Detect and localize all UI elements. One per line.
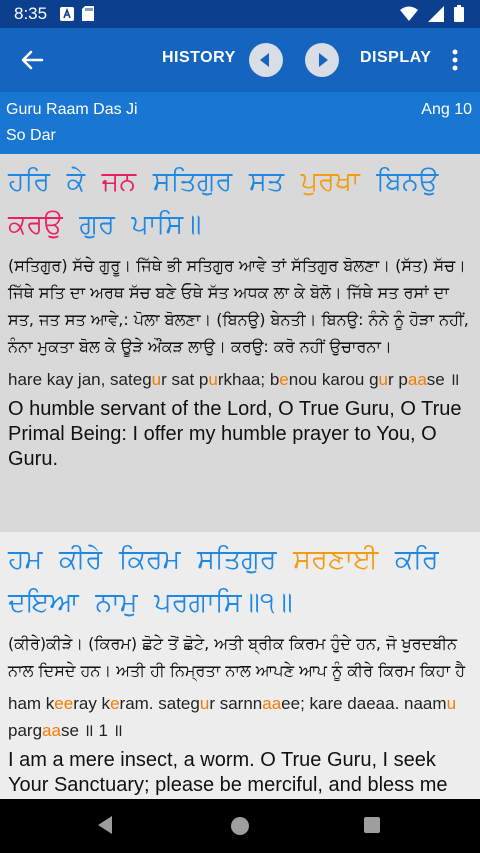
recents-icon[interactable] — [364, 817, 380, 833]
back-icon[interactable] — [96, 815, 114, 839]
gurmukhi-word: ਨਾਮੁ — [95, 587, 138, 618]
system-nav-bar — [0, 799, 480, 853]
gurmukhi-word: ਦਇਆ — [8, 587, 79, 618]
gurmukhi-word: ਹਮ — [8, 544, 43, 575]
battery-icon — [454, 5, 464, 26]
translation-text: I am a mere insect, a worm. O True Guru,… — [8, 749, 448, 796]
gurmukhi-word: ਸਤ — [248, 166, 285, 197]
arrow-left-icon — [21, 50, 44, 70]
signal-icon — [428, 5, 444, 26]
app-toolbar: HISTORY DISPLAY — [0, 28, 480, 92]
gurmukhi-word: ਸਤਿਗੁਰ — [197, 544, 277, 575]
gurmukhi-word: ਗੁਰ — [79, 209, 115, 240]
teeka-text: (ਕੀਰੇ)ਕੀੜੇ। (ਕਿਰਮ) ਛੋਟੇ ਤੋਂ ਛੋਟੇ, ਅਤੀ ਬ੍… — [8, 634, 466, 680]
transliteration-text: ham keeray keram. sategur sarnnaaee; kar… — [8, 694, 457, 740]
gurmukhi-word: ਪੁਰਖਾ — [300, 166, 360, 197]
verse-item[interactable]: ਹਮ ਕੀਰੇ ਕਿਰਮ ਸਤਿਗੁਰ ਸਰਣਾਈ ਕਰਿ ਦਇਆ ਨਾਮੁ ਪ… — [0, 532, 480, 799]
gurmukhi-word: ਬਿਨਉ — [376, 166, 439, 197]
status-time: 8:35 — [14, 4, 48, 23]
ang-label: Ang 10 — [421, 101, 472, 118]
next-page-button[interactable] — [305, 43, 339, 77]
gurmukhi-word: ਕੇ — [66, 166, 86, 197]
more-vert-icon — [452, 49, 458, 71]
gurmukhi-word: ਪਾਸਿ॥ — [131, 209, 202, 240]
gurmukhi-word: ਹਰਿ — [8, 166, 51, 197]
gurmukhi-word: ਕੀਰੇ — [58, 544, 103, 575]
shabad-info-bar: Guru Raam Das Ji Ang 10 So Dar — [0, 92, 480, 154]
gurmukhi-word: ਸਤਿਗੁਰ — [152, 166, 233, 197]
transliteration-text: hare kay jan, sategur sat purkhaa; benou… — [8, 370, 460, 389]
gurmukhi-word: ਕਿਰਮ — [118, 544, 181, 575]
play-right-icon — [319, 53, 328, 67]
status-bar: 8:35 — [0, 0, 480, 28]
gurmukhi-word: ਸਰਣਾਈ — [293, 544, 379, 575]
history-button[interactable]: HISTORY — [162, 49, 236, 67]
gurmukhi-word: ਕਰਿ — [394, 544, 439, 575]
overflow-menu-button[interactable] — [443, 46, 467, 74]
previous-page-button[interactable] — [249, 43, 283, 77]
translation-text: O humble servant of the Lord, O True Gur… — [8, 398, 462, 470]
gurmukhi-word: ਕਰਉ — [8, 209, 63, 240]
home-icon[interactable] — [231, 817, 249, 835]
gurmukhi-line: ਹਰਿ ਕੇ ਜਨ ਸਤਿਗੁਰ ਸਤ ਪੁਰਖਾ ਬਿਨਉ ਕਰਉ ਗੁਰ ਪ… — [8, 160, 472, 246]
gurmukhi-line: ਹਮ ਕੀਰੇ ਕਿਰਮ ਸਤਿਗੁਰ ਸਰਣਾਈ ਕਰਿ ਦਇਆ ਨਾਮੁ ਪ… — [8, 538, 472, 624]
play-left-icon — [260, 53, 269, 67]
verse-item[interactable]: ਹਰਿ ਕੇ ਜਨ ਸਤਿਗੁਰ ਸਤ ਪੁਰਖਾ ਬਿਨਉ ਕਰਉ ਗੁਰ ਪ… — [0, 154, 480, 532]
sd-card-icon — [82, 6, 94, 25]
a-notification-icon — [60, 6, 74, 25]
raag-label: So Dar — [6, 127, 56, 144]
wifi-icon — [400, 6, 418, 26]
verse-list[interactable]: ਹਰਿ ਕੇ ਜਨ ਸਤਿਗੁਰ ਸਤ ਪੁਰਖਾ ਬਿਨਉ ਕਰਉ ਗੁਰ ਪ… — [0, 154, 480, 799]
display-button[interactable]: DISPLAY — [360, 49, 431, 67]
author-label: Guru Raam Das Ji — [6, 101, 138, 118]
gurmukhi-word: ਪਰਗਾਸਿ॥੧॥ — [154, 587, 293, 618]
teeka-text: (ਸਤਿਗੁਰ) ਸੱਚੇ ਗੁਰੂ। ਜਿੱਥੇ ਭੀ ਸਤਿਗੁਰ ਆਵੇ … — [8, 256, 469, 356]
back-button[interactable] — [16, 44, 48, 76]
gurmukhi-word: ਜਨ — [101, 166, 137, 197]
